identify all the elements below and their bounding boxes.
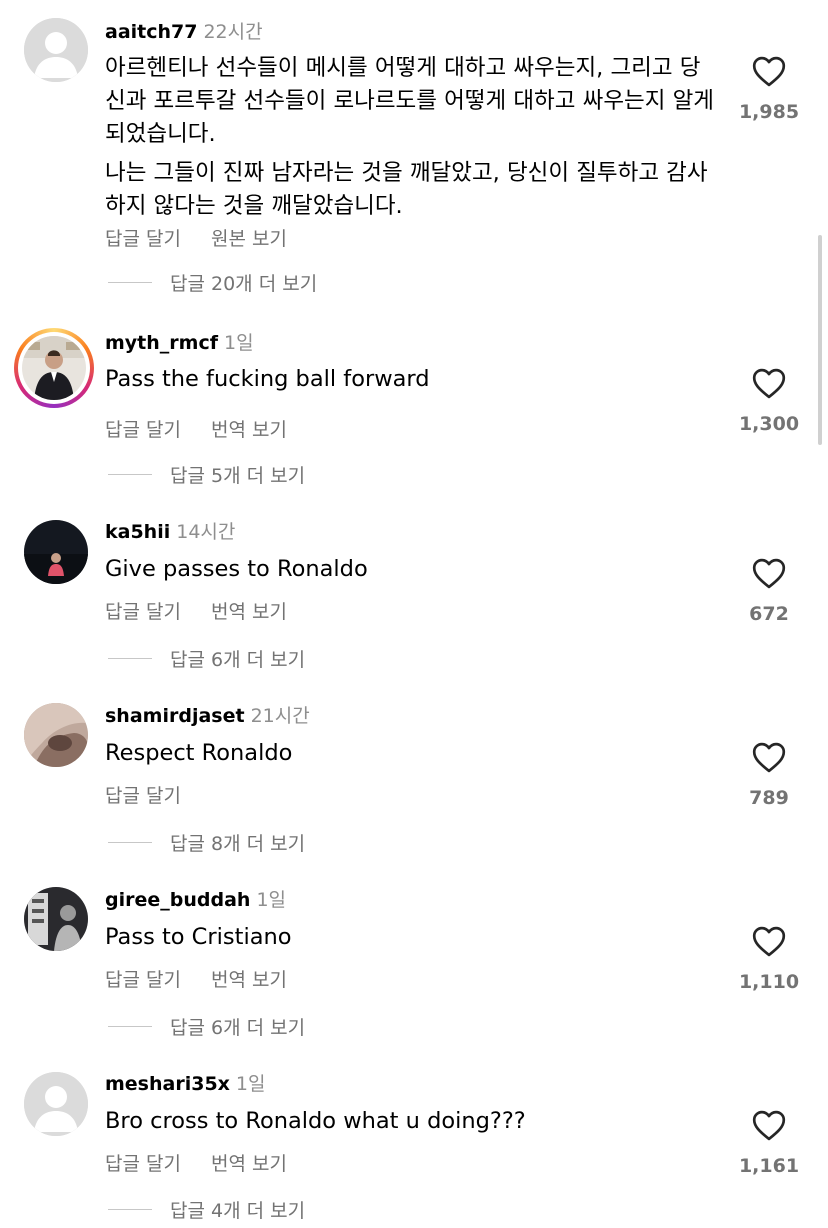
comment-actions: 답글 달기 번역 보기 [105, 415, 287, 442]
comment-text: Respect Ronaldo [105, 737, 715, 770]
reply-button[interactable]: 답글 달기 [105, 228, 181, 250]
comment-paragraph: Pass the fucking ball forward [105, 366, 430, 392]
like-area: 672 [734, 558, 804, 625]
like-area: 1,110 [734, 926, 804, 993]
see-translation-button[interactable]: 번역 보기 [211, 1153, 287, 1175]
username[interactable]: shamirdjaset [105, 705, 245, 727]
avatar[interactable] [24, 703, 88, 767]
heart-outline-icon[interactable] [752, 1110, 786, 1141]
like-count: 789 [749, 787, 789, 809]
comment-actions: 답글 달기 [105, 781, 181, 808]
reply-button[interactable]: 답글 달기 [105, 419, 181, 441]
comment-paragraph: 아르헨티나 선수들이 메시를 어떻게 대하고 싸우는지, 그리고 당신과 포르투… [105, 55, 714, 147]
replies-divider [108, 1026, 152, 1027]
comment-actions: 답글 달기 번역 보기 [105, 965, 287, 992]
default-avatar-icon [24, 18, 88, 82]
comment-paragraph: Respect Ronaldo [105, 740, 293, 766]
comment-paragraph: 나는 그들이 진짜 남자라는 것을 깨달았고, 당신이 질투하고 감사하지 않다… [105, 160, 708, 219]
comment-time: 21시간 [250, 705, 310, 727]
like-area: 1,985 [734, 56, 804, 123]
view-replies-label: 답글 5개 더 보기 [170, 465, 306, 487]
like-area: 1,300 [734, 368, 804, 435]
avatar [22, 336, 86, 400]
reply-button[interactable]: 답글 달기 [105, 785, 181, 807]
comment-meta: meshari35x 1일 [105, 1071, 266, 1097]
reply-button[interactable]: 답글 달기 [105, 601, 181, 623]
avatar[interactable] [24, 520, 88, 584]
replies-divider [108, 282, 152, 283]
reply-button[interactable]: 답글 달기 [105, 969, 181, 991]
comment-text: Bro cross to Ronaldo what u doing??? [105, 1105, 715, 1138]
comment-meta: aaitch77 22시간 [105, 19, 263, 45]
replies-divider [108, 658, 152, 659]
view-replies-label: 답글 20개 더 보기 [170, 273, 318, 295]
comment-text: Pass to Cristiano [105, 921, 715, 954]
comment-paragraph: Bro cross to Ronaldo what u doing??? [105, 1108, 526, 1134]
comment-time: 1일 [256, 889, 287, 911]
profile-photo [24, 887, 88, 951]
username[interactable]: myth_rmcf [105, 332, 218, 354]
heart-outline-icon[interactable] [752, 926, 786, 957]
like-area: 1,161 [734, 1110, 804, 1177]
replies-divider [108, 474, 152, 475]
comment-text: Give passes to Ronaldo [105, 553, 715, 586]
like-area: 789 [734, 742, 804, 809]
heart-outline-icon[interactable] [752, 558, 786, 589]
like-count: 1,161 [738, 1155, 800, 1177]
comment-time: 1일 [224, 332, 254, 354]
profile-photo [24, 520, 88, 584]
view-replies-label: 답글 6개 더 보기 [170, 649, 306, 671]
heart-outline-icon[interactable] [752, 742, 786, 773]
like-count: 1,985 [738, 101, 800, 123]
comment-time: 22시간 [203, 21, 263, 43]
username[interactable]: aaitch77 [105, 21, 197, 43]
view-replies-label: 답글 8개 더 보기 [170, 833, 306, 855]
comment-meta: myth_rmcf 1일 [105, 330, 254, 356]
view-replies-button[interactable]: 답글 20개 더 보기 [108, 269, 317, 296]
comment-meta: giree_buddah 1일 [105, 887, 286, 913]
heart-outline-icon[interactable] [752, 56, 786, 87]
avatar[interactable] [24, 887, 88, 951]
view-replies-button[interactable]: 답글 8개 더 보기 [108, 829, 305, 856]
comment-text: 아르헨티나 선수들이 메시를 어떻게 대하고 싸우는지, 그리고 당신과 포르투… [105, 52, 715, 223]
comment-time: 14시간 [176, 521, 236, 543]
see-original-button[interactable]: 원본 보기 [211, 228, 287, 250]
comment-time: 1일 [235, 1073, 266, 1095]
like-count: 1,300 [738, 413, 800, 435]
comment-meta: shamirdjaset 21시간 [105, 703, 310, 729]
avatar[interactable] [24, 1072, 88, 1136]
comment-paragraph: Pass to Cristiano [105, 924, 292, 950]
comment-text: Pass the fucking ball forward [105, 363, 715, 396]
comment-actions: 답글 달기 번역 보기 [105, 597, 287, 624]
comment-actions: 답글 달기 번역 보기 [105, 1149, 287, 1176]
replies-divider [108, 842, 152, 843]
username[interactable]: meshari35x [105, 1073, 230, 1095]
default-avatar-icon [24, 1072, 88, 1136]
view-replies-label: 답글 4개 더 보기 [170, 1200, 306, 1222]
see-translation-button[interactable]: 번역 보기 [211, 969, 287, 991]
view-replies-button[interactable]: 답글 5개 더 보기 [108, 461, 305, 488]
like-count: 1,110 [738, 971, 800, 993]
like-count: 672 [749, 603, 789, 625]
see-translation-button[interactable]: 번역 보기 [211, 601, 287, 623]
view-replies-button[interactable]: 답글 6개 더 보기 [108, 1013, 305, 1040]
avatar[interactable] [24, 18, 88, 82]
comment-meta: ka5hii 14시간 [105, 519, 235, 545]
comment-actions: 답글 달기 원본 보기 [105, 224, 287, 251]
scrollbar[interactable] [818, 235, 822, 445]
view-replies-button[interactable]: 답글 4개 더 보기 [108, 1196, 305, 1223]
profile-photo [22, 336, 86, 400]
profile-photo [24, 703, 88, 767]
see-translation-button[interactable]: 번역 보기 [211, 419, 287, 441]
reply-button[interactable]: 답글 달기 [105, 1153, 181, 1175]
view-replies-label: 답글 6개 더 보기 [170, 1017, 306, 1039]
replies-divider [108, 1209, 152, 1210]
username[interactable]: ka5hii [105, 521, 170, 543]
username[interactable]: giree_buddah [105, 889, 250, 911]
comment-paragraph: Give passes to Ronaldo [105, 556, 368, 582]
heart-outline-icon[interactable] [752, 368, 786, 399]
avatar-story-ring[interactable] [14, 328, 94, 408]
view-replies-button[interactable]: 답글 6개 더 보기 [108, 645, 305, 672]
